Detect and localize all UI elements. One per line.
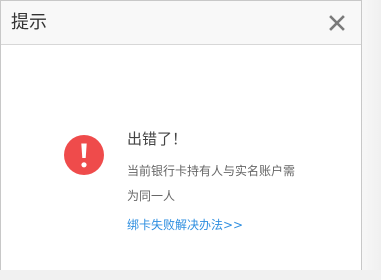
close-button[interactable] — [325, 11, 349, 35]
dialog-body: 出错了！ 当前银行卡持有人与实名账户需为同一人 绑卡失败解决办法>> — [1, 45, 361, 270]
background-edge-bottom — [0, 270, 381, 280]
message-area: 出错了！ 当前银行卡持有人与实名账户需为同一人 绑卡失败解决办法>> — [127, 129, 322, 235]
alert-dialog: 提示 出错了！ 当前银行卡持有人与实名账户需为同一人 绑卡失败解决办法>> — [0, 0, 362, 270]
dialog-header: 提示 — [1, 1, 361, 45]
message-title: 出错了！ — [127, 130, 188, 148]
page: 提示 出错了！ 当前银行卡持有人与实名账户需为同一人 绑卡失败解决办法>> — [0, 0, 381, 280]
message-text: 当前银行卡持有人与实名账户需为同一人 — [127, 164, 296, 203]
dialog-title: 提示 — [11, 11, 47, 33]
help-link[interactable]: 绑卡失败解决办法>> — [127, 215, 243, 235]
error-icon — [64, 135, 104, 175]
background-edge-right — [362, 0, 381, 280]
close-icon — [329, 14, 345, 31]
